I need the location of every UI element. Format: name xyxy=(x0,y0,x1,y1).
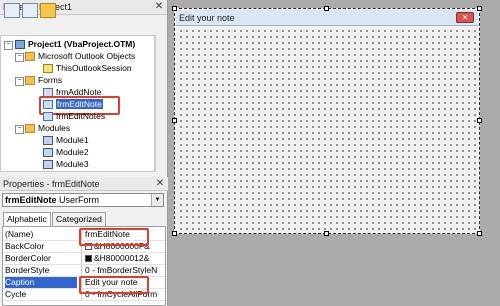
folder-icon xyxy=(25,124,35,134)
object-name: frmEditNote xyxy=(5,195,57,205)
tree-module3[interactable]: Module3 xyxy=(43,159,89,170)
outlook-session-icon xyxy=(43,64,53,74)
color-swatch xyxy=(85,255,92,263)
property-value-cell[interactable]: &H80000012& xyxy=(81,253,165,264)
resize-handle[interactable] xyxy=(172,6,177,11)
folder-icon xyxy=(25,76,35,86)
module-icon xyxy=(43,136,53,146)
resize-handle[interactable] xyxy=(324,231,329,236)
close-icon[interactable]: ✕ xyxy=(153,0,165,14)
property-name: BorderStyle xyxy=(5,265,50,275)
highlight-frame xyxy=(79,228,149,246)
resize-handle[interactable] xyxy=(477,6,482,11)
tree-forms-label: Forms xyxy=(38,75,63,85)
close-icon[interactable]: ✕ xyxy=(154,177,166,191)
property-grid: (Name) frmEditNote BackColor &H8000000F&… xyxy=(2,226,166,306)
property-name: Caption xyxy=(5,277,77,288)
resize-handle[interactable] xyxy=(477,231,482,236)
tree-outlook-objects-label: Microsoft Outlook Objects xyxy=(38,51,136,61)
property-value[interactable]: 0 - fmBorderStyleN xyxy=(81,265,165,276)
object-select[interactable]: frmEditNote UserForm ▼ xyxy=(2,193,164,207)
tree-project[interactable]: Project1 (VbaProject.OTM) xyxy=(15,39,135,50)
module-icon xyxy=(43,148,53,158)
tree-module3-label: Module3 xyxy=(56,159,89,169)
view-object-icon[interactable] xyxy=(22,3,38,18)
userform-grid[interactable] xyxy=(178,28,476,231)
properties-pane-title: Properties - frmEditNote ✕ xyxy=(0,177,168,191)
tree-module2[interactable]: Module2 xyxy=(43,147,89,158)
collapse-icon[interactable]: − xyxy=(15,125,24,134)
properties-pane-title-text: Properties - frmEditNote xyxy=(3,179,100,189)
tree-modules[interactable]: Modules xyxy=(25,123,70,134)
project-toolbar xyxy=(0,3,167,36)
chevron-down-icon[interactable]: ▼ xyxy=(151,194,163,206)
property-name: BackColor xyxy=(5,241,45,251)
tree-form-edits-label: frmEditNotes xyxy=(56,111,106,121)
tab-categorized[interactable]: Categorized xyxy=(52,212,106,226)
tree-form-edits[interactable]: frmEditNotes xyxy=(43,111,105,122)
tree-module2-label: Module2 xyxy=(56,147,89,157)
tree-session-label: ThisOutlookSession xyxy=(56,63,132,73)
collapse-icon[interactable]: − xyxy=(15,53,24,62)
object-type: UserForm xyxy=(59,195,100,205)
project-tree: − Project1 (VbaProject.OTM) − Microsoft … xyxy=(0,35,155,172)
toggle-folders-icon[interactable] xyxy=(40,3,56,18)
resize-handle[interactable] xyxy=(324,6,329,11)
tree-module1-label: Module1 xyxy=(56,135,89,145)
collapse-icon[interactable]: − xyxy=(15,77,24,86)
folder-icon xyxy=(25,52,35,62)
tree-module1[interactable]: Module1 xyxy=(43,135,89,146)
resize-handle[interactable] xyxy=(172,118,177,123)
collapse-icon[interactable]: − xyxy=(4,41,13,50)
property-name: Cycle xyxy=(5,289,27,299)
tree-scrollbar[interactable] xyxy=(155,35,167,172)
project-icon xyxy=(15,40,25,50)
userform-caption: Edit your note xyxy=(179,13,235,23)
userform-titlebar: Edit your note xyxy=(176,10,478,26)
property-name: BorderColor xyxy=(5,253,51,263)
tree-forms[interactable]: Forms xyxy=(25,75,62,86)
tree-modules-label: Modules xyxy=(38,123,71,133)
tree-session[interactable]: ThisOutlookSession xyxy=(43,63,132,74)
module-icon xyxy=(43,160,53,170)
resize-handle[interactable] xyxy=(477,118,482,123)
tree-outlook-objects[interactable]: Microsoft Outlook Objects xyxy=(25,51,135,62)
tab-alphabetic[interactable]: Alphabetic xyxy=(3,212,51,226)
tree-project-label: Project1 (VbaProject.OTM) xyxy=(28,39,136,49)
resize-handle[interactable] xyxy=(172,231,177,236)
property-value: &H80000012& xyxy=(94,253,150,263)
highlight-frame xyxy=(79,276,149,294)
close-icon[interactable]: ✕ xyxy=(456,12,474,23)
property-row[interactable]: BorderColor &H80000012& xyxy=(3,253,165,265)
view-code-icon[interactable] xyxy=(4,3,20,18)
userform-icon xyxy=(43,112,53,122)
property-name: (Name) xyxy=(5,229,34,239)
